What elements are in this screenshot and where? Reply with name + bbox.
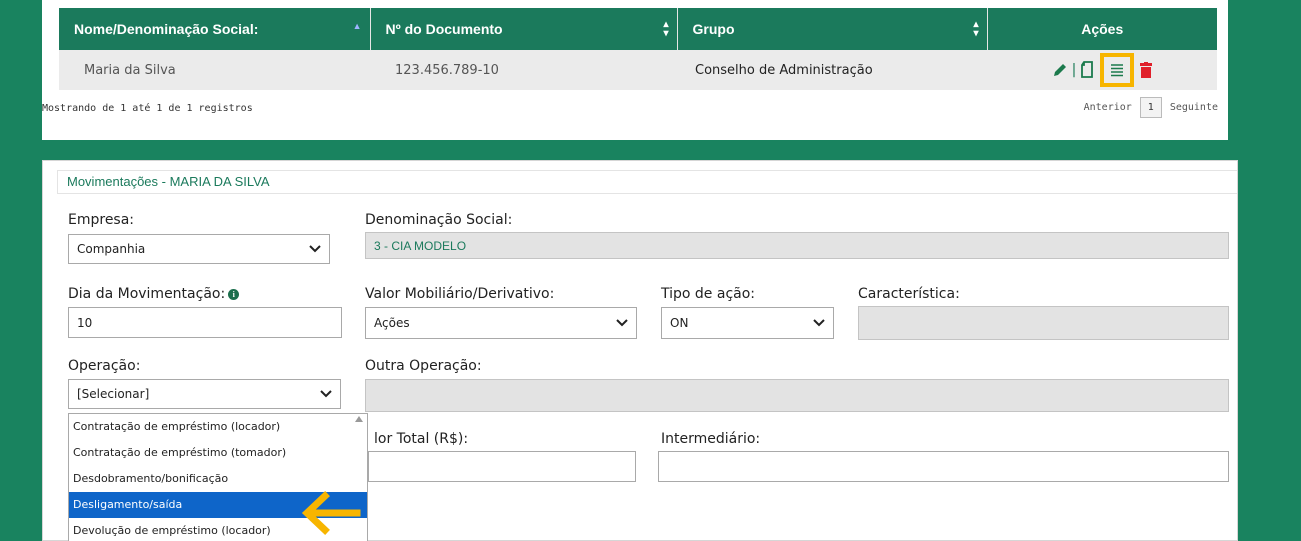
empresa-select[interactable]: Companhia — [68, 234, 330, 264]
denominacao-value: 3 - CIA MODELO — [374, 238, 467, 253]
delete-trash-icon[interactable] — [1140, 62, 1153, 78]
records-table: Nome/Denominação Social: ▲ Nº do Documen… — [59, 8, 1217, 90]
intermediario-input[interactable] — [658, 451, 1229, 482]
col-header-document-label: Nº do Documento — [385, 21, 503, 37]
operacao-label: Operação: — [68, 358, 141, 374]
col-header-document[interactable]: Nº do Documento ▴ ▾ — [370, 8, 678, 50]
movements-form-panel: Movimentações - MARIA DA SILVA Empresa: … — [42, 160, 1238, 541]
tipo-acao-select[interactable]: ON — [661, 307, 834, 339]
valor-mobiliario-value: Ações — [374, 316, 410, 330]
chevron-down-icon — [813, 319, 825, 327]
records-count-text: Mostrando de 1 até 1 de 1 registros — [42, 103, 253, 114]
valor-total-input[interactable] — [368, 451, 636, 482]
records-table-panel: Nome/Denominação Social: ▲ Nº do Documen… — [42, 0, 1228, 140]
chevron-down-icon — [320, 390, 332, 398]
cell-actions: | — [987, 50, 1217, 90]
dia-label: Dia da Movimentação: i — [68, 286, 240, 302]
dia-input[interactable]: 10 — [68, 307, 342, 338]
col-header-name-label: Nome/Denominação Social: — [74, 21, 259, 37]
sort-icon: ▴ ▾ — [663, 19, 669, 39]
denominacao-label: Denominação Social: — [365, 212, 513, 228]
empresa-select-value: Companhia — [77, 242, 146, 256]
option-contratacao-tomador[interactable]: Contratação de empréstimo (tomador) — [69, 440, 367, 466]
dia-label-text: Dia da Movimentação: — [68, 286, 226, 302]
page-1-button[interactable]: 1 — [1139, 97, 1162, 118]
separator: | — [1071, 62, 1077, 78]
col-header-name[interactable]: Nome/Denominação Social: ▲ — [59, 8, 371, 50]
valor-mobiliario-label: Valor Mobiliário/Derivativo: — [365, 286, 555, 302]
movements-list-icon[interactable] — [1100, 53, 1135, 87]
operacao-select-value: [Selecionar] — [77, 387, 150, 401]
edit-pencil-icon[interactable] — [1052, 62, 1068, 78]
outra-operacao-label: Outra Operação: — [365, 358, 482, 374]
annotation-arrow-icon — [301, 491, 361, 535]
intermediario-label: Intermediário: — [661, 431, 761, 447]
denominacao-field: 3 - CIA MODELO — [365, 232, 1229, 259]
info-icon[interactable]: i — [228, 289, 240, 300]
scroll-up-arrow-icon[interactable] — [355, 416, 363, 422]
col-header-group[interactable]: Grupo ▴ ▾ — [677, 8, 988, 50]
cell-group: Conselho de Administração — [677, 50, 987, 90]
valor-mobiliario-select[interactable]: Ações — [365, 307, 637, 339]
chevron-down-icon — [616, 319, 628, 327]
option-desdobramento[interactable]: Desdobramento/bonificação — [69, 466, 367, 492]
dia-input-value: 10 — [77, 315, 93, 330]
next-page-link[interactable]: Seguinte — [1170, 102, 1218, 113]
copy-document-icon[interactable] — [1080, 61, 1094, 79]
panel-title: Movimentações - MARIA DA SILVA — [57, 170, 1237, 194]
option-contratacao-locador[interactable]: Contratação de empréstimo (locador) — [69, 414, 367, 440]
sort-asc-icon: ▲ — [352, 21, 362, 31]
col-header-group-label: Grupo — [692, 21, 735, 37]
chevron-down-icon — [309, 245, 321, 253]
outra-operacao-field — [365, 379, 1229, 412]
cell-name: Maria da Silva — [59, 50, 370, 90]
col-header-actions-label: Ações — [1081, 21, 1124, 37]
pagination: Anterior 1 Seguinte — [1084, 97, 1218, 118]
cell-document: 123.456.789-10 — [370, 50, 677, 90]
empresa-label: Empresa: — [68, 212, 135, 228]
sort-icon: ▴ ▾ — [973, 19, 979, 39]
tipo-acao-label: Tipo de ação: — [661, 286, 756, 302]
col-header-actions: Ações — [987, 8, 1217, 50]
valor-total-label: lor Total (R$): — [374, 431, 469, 447]
caracteristica-label: Característica: — [858, 286, 960, 302]
caracteristica-field — [858, 306, 1229, 340]
tipo-acao-value: ON — [670, 316, 689, 330]
table-row: Maria da Silva 123.456.789-10 Conselho d… — [59, 50, 1217, 90]
previous-page-link[interactable]: Anterior — [1084, 102, 1132, 113]
operacao-select[interactable]: [Selecionar] — [68, 379, 341, 409]
